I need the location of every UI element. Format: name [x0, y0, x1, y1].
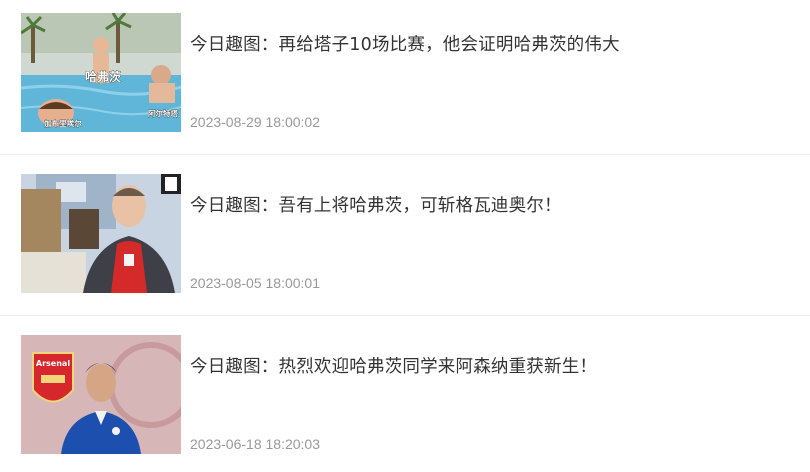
caption-right: 阿尔特塔 — [148, 108, 178, 118]
news-thumbnail[interactable] — [21, 174, 181, 293]
caption-center: 哈弗茨 — [85, 69, 121, 84]
arsenal-crest-text: Arsenal — [36, 359, 70, 368]
news-time: 2023-06-18 18:20:03 — [190, 436, 320, 452]
news-time: 2023-08-29 18:00:02 — [190, 114, 320, 130]
news-list: 哈弗茨 阿尔特塔 加布里埃尔 今日趣图：再给塔子10场比赛，他会证明哈弗茨的伟大… — [0, 0, 810, 472]
news-item[interactable]: 今日趣图：吾有上将哈弗茨，可斩格瓦迪奥尔！ 2023-08-05 18:00:0… — [0, 155, 810, 316]
news-item[interactable]: 哈弗茨 阿尔特塔 加布里埃尔 今日趣图：再给塔子10场比赛，他会证明哈弗茨的伟大… — [0, 0, 810, 155]
office-man-image — [21, 174, 181, 293]
news-title[interactable]: 今日趣图：再给塔子10场比赛，他会证明哈弗茨的伟大 — [190, 31, 620, 56]
news-title[interactable]: 今日趣图：热烈欢迎哈弗茨同学来阿森纳重获新生！ — [190, 353, 597, 378]
news-thumbnail[interactable]: Arsenal — [21, 335, 181, 454]
news-time: 2023-08-05 18:00:01 — [190, 275, 320, 291]
pool-meme-image: 哈弗茨 阿尔特塔 加布里埃尔 — [21, 13, 181, 132]
player-arsenal-image: Arsenal — [21, 335, 181, 454]
news-thumbnail[interactable]: 哈弗茨 阿尔特塔 加布里埃尔 — [21, 13, 181, 132]
caption-bottom-left: 加布里埃尔 — [43, 118, 82, 128]
news-title[interactable]: 今日趣图：吾有上将哈弗茨，可斩格瓦迪奥尔！ — [190, 192, 562, 217]
news-item[interactable]: Arsenal 今日趣图：热烈欢迎哈弗茨同学来阿森纳重获新生！ 2023-06-… — [0, 316, 810, 472]
